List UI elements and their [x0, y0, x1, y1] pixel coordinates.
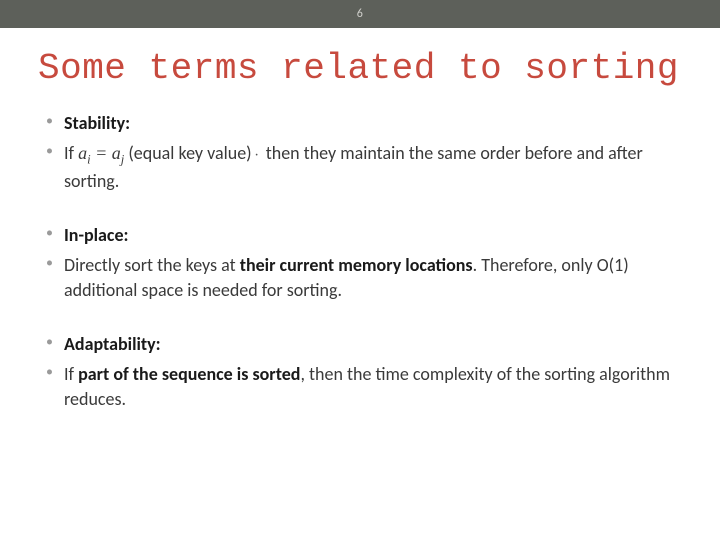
page-number: 6	[357, 7, 364, 21]
term-adaptability: Adaptability:	[46, 332, 682, 356]
paren-text: (equal key value)	[124, 142, 251, 164]
text: If	[64, 363, 78, 385]
term-stability: Stability:	[46, 111, 682, 135]
header-bar: 6	[0, 0, 720, 28]
text: If	[64, 142, 78, 164]
bullet-list: Stability: If ai = aj (equal key value)·…	[38, 111, 682, 411]
term-inplace: In-place:	[46, 223, 682, 247]
term-label: Stability:	[64, 112, 130, 134]
strong-text: their current memory locations	[240, 254, 473, 276]
slide-content: Some terms related to sorting Stability:…	[0, 28, 720, 411]
slide-title: Some terms related to sorting	[38, 48, 682, 89]
separator-dot: ·	[252, 147, 262, 163]
term-label: In-place:	[64, 224, 129, 246]
term-label: Adaptability:	[64, 333, 161, 355]
math-aj: aj	[112, 143, 125, 163]
inplace-body: Directly sort the keys at their current …	[46, 253, 682, 302]
stability-body: If ai = aj (equal key value)· then they …	[46, 141, 682, 193]
math-eq: =	[91, 143, 112, 163]
adaptability-body: If part of the sequence is sorted, then …	[46, 362, 682, 411]
strong-text: part of the sequence is sorted	[78, 363, 300, 385]
text: Directly sort the keys at	[64, 254, 240, 276]
math-ai: ai	[78, 143, 91, 163]
